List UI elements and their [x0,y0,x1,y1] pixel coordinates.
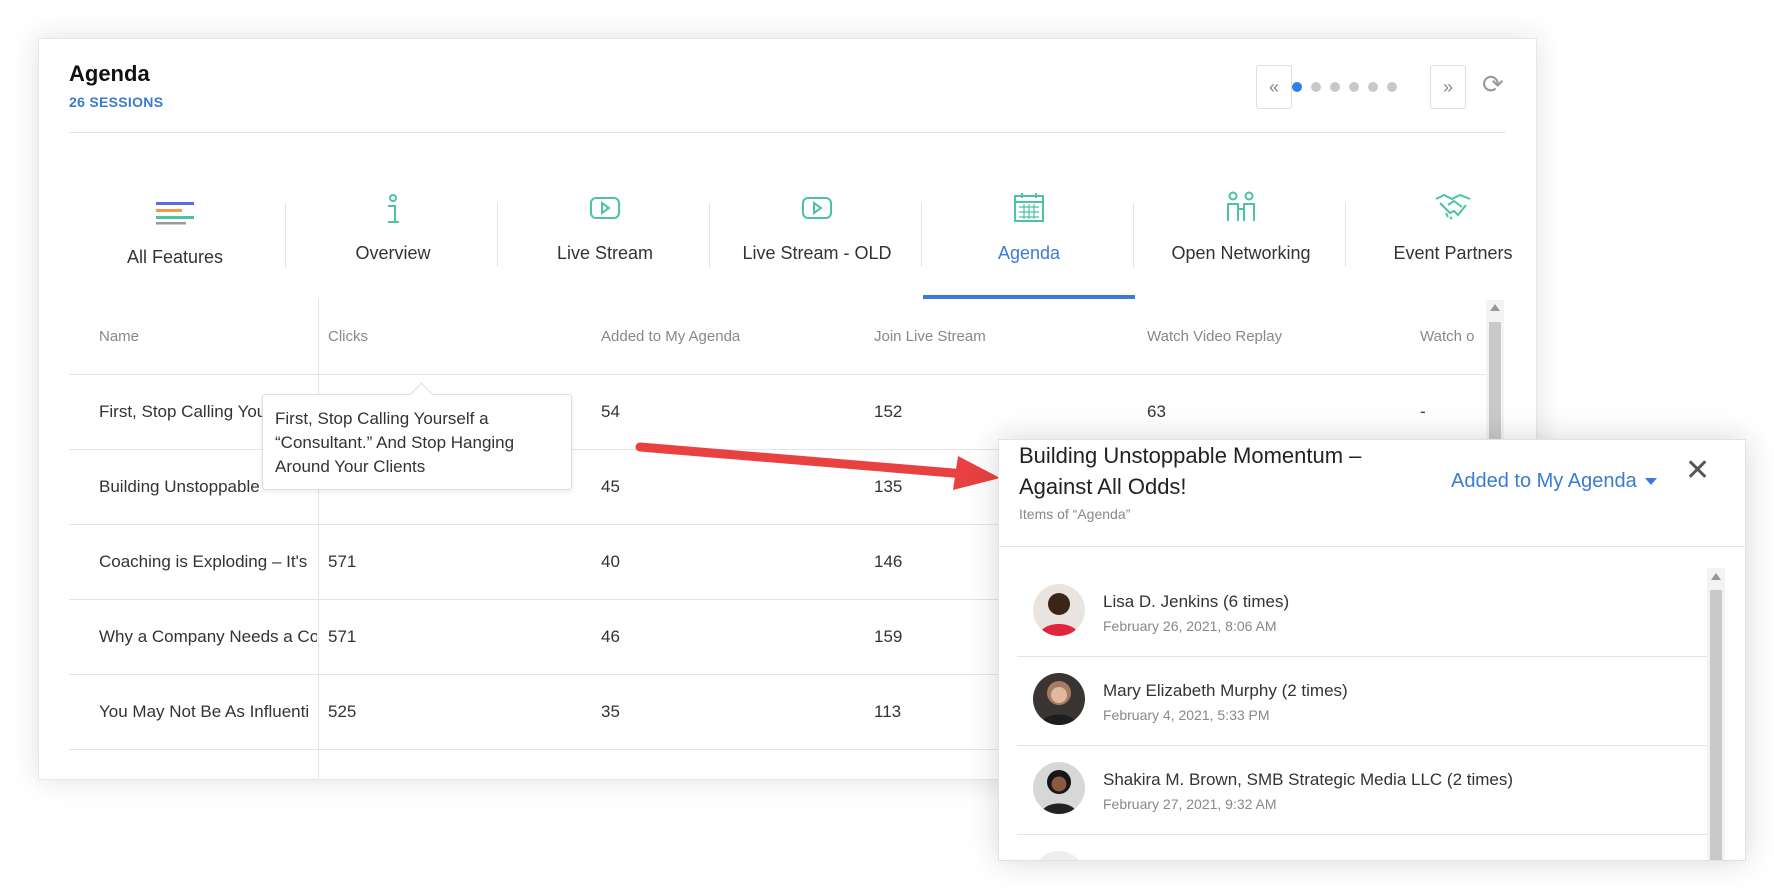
tab-label: Agenda [997,243,1061,263]
tab-separator [497,203,498,267]
lines-icon [69,201,281,225]
tab-separator [1345,203,1346,267]
tab-all-features[interactable]: All Features [69,133,281,299]
sessions-count: 26 SESSIONS [69,94,164,110]
next-page-button[interactable]: » [1430,65,1466,109]
panel-title: Building Unstoppable Momentum – Against … [1019,443,1362,499]
calendar-icon [923,191,1135,223]
cell-join[interactable]: 104 [874,749,902,779]
attendee-name: Lisa D. Jenkins (6 times) [1103,592,1290,611]
list-item[interactable] [1017,835,1707,860]
col-header-name[interactable]: Name [99,299,139,374]
chevrons-right-icon: » [1442,76,1453,97]
tab-event-partners[interactable]: Event Partners [1347,133,1536,299]
handshake-icon [1347,191,1536,223]
tab-label: Event Partners [1393,243,1513,263]
tab-separator [709,203,710,267]
pager-dot[interactable] [1292,82,1302,92]
caret-down-icon [1644,478,1657,485]
tab-separator [1133,203,1134,267]
avatar [1033,851,1085,860]
cell-clicks: 450 [328,749,356,779]
table-header: Name Clicks Added to My Agenda Join Live… [69,299,1496,375]
refresh-icon[interactable]: ⟳ [1482,69,1504,100]
cell-name[interactable]: Concept to Cash – How to i [99,749,317,779]
feature-tabs: All Features Overview Live Stream Live S… [69,133,1513,299]
attendee-name: Shakira M. Brown, SMB Strategic Media LL… [1103,770,1514,789]
cell-clicks: 571 [328,552,357,571]
avatar [1033,584,1085,636]
close-icon[interactable]: ✕ [1685,456,1710,486]
cell-join[interactable]: 146 [874,524,902,599]
cell-added[interactable]: 54 [601,374,620,449]
tab-live-stream-old[interactable]: Live Stream - OLD [711,133,923,299]
pager-dot[interactable] [1311,82,1321,92]
metric-filter-dropdown[interactable]: Added to My Agenda [1451,470,1657,493]
tab-separator [285,203,286,267]
scroll-thumb[interactable] [1710,590,1722,860]
tab-overview[interactable]: Overview [287,133,499,299]
pager-dots [1292,82,1397,92]
agenda-items-panel: Building Unstoppable Momentum – Against … [998,439,1746,861]
avatar [1033,762,1085,814]
pager-dot[interactable] [1387,82,1397,92]
tab-label: Live Stream [556,243,654,263]
list-item[interactable]: Mary Elizabeth Murphy (2 times) February… [1017,657,1707,746]
attendee-date: February 4, 2021, 5:33 PM [1103,707,1270,723]
cell-clicks: 525 [328,702,357,721]
attendee-date: February 26, 2021, 8:06 AM [1103,618,1277,634]
prev-page-button[interactable]: « [1256,65,1292,109]
cell-added[interactable]: 45 [601,449,620,524]
cell-join[interactable]: 113 [874,674,901,749]
scroll-up-icon[interactable] [1490,304,1500,311]
attendee-name: Mary Elizabeth Murphy (2 times) [1103,681,1348,700]
info-icon [287,193,499,227]
tab-open-networking[interactable]: Open Networking [1135,133,1347,299]
tab-label: All Features [126,247,224,267]
col-header-watch-replay[interactable]: Watch Video Replay [1147,299,1282,374]
cell-name[interactable]: Why a Company Needs a Co [99,599,317,674]
attendee-date: February 27, 2021, 9:32 AM [1103,796,1277,812]
col-header-added[interactable]: Added to My Agenda [601,299,740,374]
tab-label: Open Networking [1171,243,1311,263]
dropdown-label: Added to My Agenda [1451,470,1637,492]
cell-added[interactable]: 46 [601,599,620,674]
avatar [1033,673,1085,725]
cell-name[interactable]: Coaching is Exploding – It's [99,524,317,599]
pager-dot[interactable] [1330,82,1340,92]
cell-clicks: 571 [328,627,357,646]
people-icon [1135,191,1347,223]
col-header-watch-other[interactable]: Watch o [1420,299,1474,374]
panel-subtitle: Items of “Agenda” [1019,506,1131,522]
col-header-clicks[interactable]: Clicks [328,299,368,374]
tab-agenda[interactable]: Agenda [923,133,1135,299]
cell-added[interactable]: 43 [601,749,620,779]
page-title: Agenda [69,61,150,86]
session-name-tooltip: First, Stop Calling Yourself a “Consulta… [262,394,572,490]
cell-added[interactable]: 35 [601,674,620,749]
list-item[interactable]: Lisa D. Jenkins (6 times) February 26, 2… [1017,568,1707,657]
cell-added[interactable]: 40 [601,524,620,599]
pager-dot[interactable] [1349,82,1359,92]
cell-join[interactable]: 159 [874,599,902,674]
play-icon [499,195,711,221]
pager-dot[interactable] [1368,82,1378,92]
scroll-up-icon[interactable] [1711,573,1721,580]
tab-label: Overview [355,243,431,263]
list-item[interactable]: Shakira M. Brown, SMB Strategic Media LL… [1017,746,1707,835]
play-icon [711,195,923,221]
tab-label: Live Stream - OLD [742,243,892,263]
name-column-divider [318,299,319,779]
tab-separator [921,203,922,267]
attendee-list: Lisa D. Jenkins (6 times) February 26, 2… [1017,568,1707,860]
tab-live-stream[interactable]: Live Stream [499,133,711,299]
panel-divider [999,546,1745,547]
cell-watch-replay[interactable]: 63 [1147,374,1166,449]
panel-scrollbar[interactable] [1707,568,1725,860]
annotation-arrow-icon [635,442,1000,490]
col-header-join[interactable]: Join Live Stream [874,299,986,374]
chevrons-left-icon: « [1268,76,1279,97]
cell-watch-other: - [1420,402,1426,421]
cell-name[interactable]: You May Not Be As Influenti [99,674,317,749]
